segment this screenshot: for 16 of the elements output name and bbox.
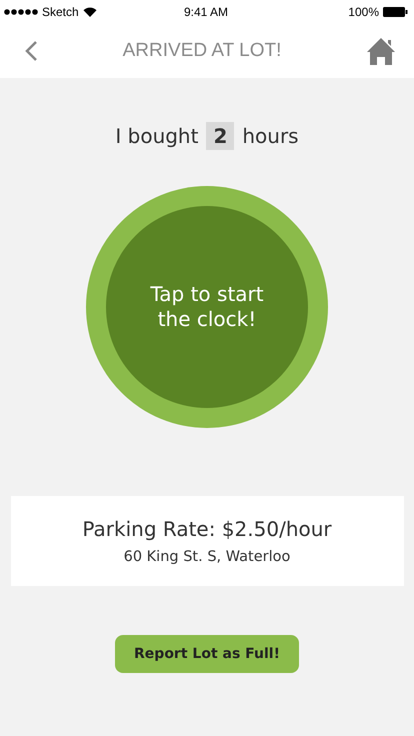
parking-rate: Parking Rate: $2.50/hour [82,517,332,541]
battery-percent: 100% [348,5,379,19]
report-full-button[interactable]: Report Lot as Full! [115,635,299,673]
carrier-name: Sketch [42,5,79,19]
status-time: 9:41 AM [184,5,228,19]
battery-icon [383,7,408,17]
lot-address: 60 King St. S, Waterloo [124,549,290,565]
home-button[interactable] [366,37,396,65]
start-clock-button[interactable]: Tap to start the clock! [106,206,308,408]
wifi-icon [82,7,97,17]
screen-title: ARRIVED AT LOT! [122,40,282,62]
hours-value[interactable]: 2 [206,122,234,150]
hours-label: hours [242,124,299,148]
bought-label: I bought [115,124,198,148]
back-button[interactable] [24,40,38,62]
signal-icon [4,9,38,15]
